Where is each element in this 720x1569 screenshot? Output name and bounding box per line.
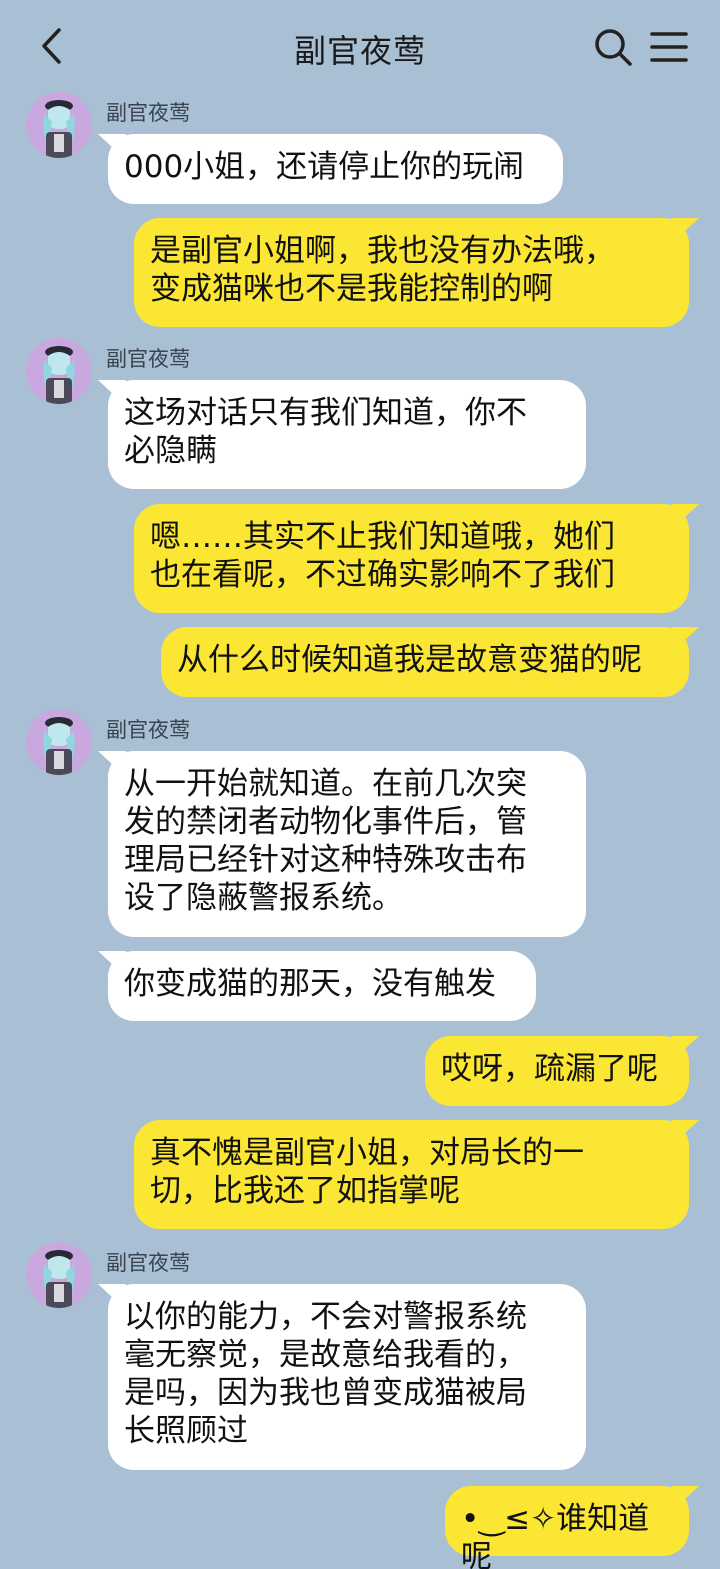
message-text: 是副官小姐啊，我也没有办法哦， 变成猫咪也不是我能控制的啊 [150,233,615,307]
outgoing-message[interactable]: 嗯……其实不止我们知道哦，她们 也在看呢，不过确实影响不了我们 [134,504,689,613]
avatar-icon [26,1242,92,1308]
message-text: 000小姐，还请停止你的玩闹 [124,149,525,185]
avatar[interactable] [26,1242,92,1308]
search-icon [595,29,632,66]
message-text: 真不愧是副官小姐，对局长的一 切，比我还了如指掌呢 [150,1135,584,1209]
message-text: •‿≤✧谁知道呢 [461,1501,650,1569]
search-button[interactable] [592,26,634,68]
sender-name: 副官夜莺 [106,1251,190,1275]
avatar-icon [26,709,92,775]
sender-name: 副官夜莺 [106,347,190,371]
message-text: 哎呀，疏漏了呢 [441,1051,658,1087]
hamburger-menu-icon [650,32,688,62]
message-text: 从什么时候知道我是故意变猫的呢 [177,642,642,678]
incoming-message[interactable]: 这场对话只有我们知道，你不 必隐瞒 [108,380,586,489]
avatar-icon [26,92,92,158]
incoming-message[interactable]: 从一开始就知道。在前几次突 发的禁闭者动物化事件后，管 理局已经针对这种特殊攻击… [108,751,586,937]
message-text: 以你的能力，不会对警报系统 毫无察觉，是故意给我看的， 是吗，因为我也曾变成猫被… [124,1299,527,1449]
sender-name: 副官夜莺 [106,101,190,125]
outgoing-message[interactable]: 是副官小姐啊，我也没有办法哦， 变成猫咪也不是我能控制的啊 [134,218,689,327]
outgoing-message[interactable]: 哎呀，疏漏了呢 [425,1036,689,1106]
message-text: 这场对话只有我们知道，你不 必隐瞒 [124,395,527,469]
incoming-message[interactable]: 000小姐，还请停止你的玩闹 [108,134,563,204]
avatar[interactable] [26,92,92,158]
message-text: 嗯……其实不止我们知道哦，她们 也在看呢，不过确实影响不了我们 [150,519,615,593]
incoming-message[interactable]: 以你的能力，不会对警报系统 毫无察觉，是故意给我看的， 是吗，因为我也曾变成猫被… [108,1284,586,1470]
outgoing-message[interactable]: •‿≤✧谁知道呢 [445,1486,689,1569]
avatar-icon [26,338,92,404]
menu-button[interactable] [648,26,690,68]
message-text: 你变成猫的那天，没有触发 [124,966,496,1002]
incoming-message[interactable]: 你变成猫的那天，没有触发 [108,951,536,1021]
sender-name: 副官夜莺 [106,718,190,742]
outgoing-message[interactable]: 从什么时候知道我是故意变猫的呢 [161,627,689,697]
avatar[interactable] [26,709,92,775]
avatar[interactable] [26,338,92,404]
message-text: 从一开始就知道。在前几次突 发的禁闭者动物化事件后，管 理局已经针对这种特殊攻击… [124,766,527,916]
outgoing-message[interactable]: 真不愧是副官小姐，对局长的一 切，比我还了如指掌呢 [134,1120,689,1229]
chat-header: 副官夜莺 [0,0,720,94]
